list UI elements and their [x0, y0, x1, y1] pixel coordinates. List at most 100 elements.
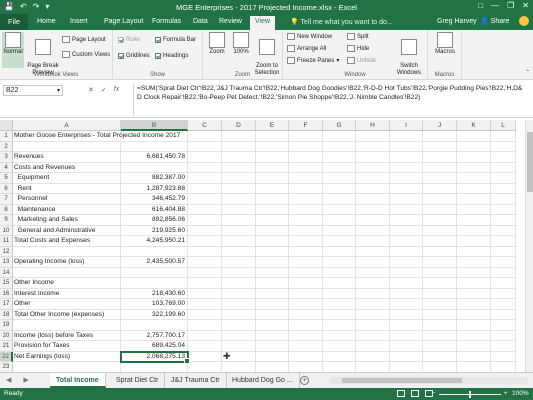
cell-value[interactable] [121, 246, 188, 257]
cell-empty[interactable] [457, 204, 491, 215]
cell-empty[interactable] [222, 236, 256, 247]
cell-empty[interactable] [323, 215, 356, 226]
cell-empty[interactable] [356, 288, 390, 299]
cell-empty[interactable] [356, 236, 390, 247]
cell-empty[interactable] [390, 246, 423, 257]
row-header[interactable]: 21 [0, 341, 13, 352]
cell-empty[interactable] [323, 225, 356, 236]
cell-label[interactable]: Interest Income [13, 288, 121, 299]
cell-value[interactable] [121, 131, 188, 142]
cell-empty[interactable] [457, 152, 491, 163]
arrange-all-button[interactable]: Arrange All [287, 45, 326, 52]
unhide-button[interactable]: Unhide [347, 57, 376, 64]
cell-empty[interactable] [423, 362, 457, 372]
cell-label[interactable]: Maintenance [13, 204, 121, 215]
enter-formula-icon[interactable]: ✓ [101, 86, 107, 94]
zoom-in-icon[interactable]: + [504, 388, 508, 400]
cell-empty[interactable] [256, 194, 289, 205]
cell-empty[interactable] [256, 152, 289, 163]
cell-empty[interactable] [423, 330, 457, 341]
cell-empty[interactable] [491, 173, 516, 184]
cell-empty[interactable] [356, 351, 390, 362]
cell-empty[interactable] [256, 362, 289, 372]
cell-empty[interactable] [323, 362, 356, 372]
cell-empty[interactable] [323, 162, 356, 173]
cell-empty[interactable] [491, 215, 516, 226]
cell-empty[interactable] [423, 288, 457, 299]
cell-empty[interactable] [222, 320, 256, 331]
row-header[interactable]: 10 [0, 225, 13, 236]
sheet-tab-sprat-diet-ctr[interactable]: Sprat Diet Ctr [110, 373, 166, 388]
cell-empty[interactable] [457, 267, 491, 278]
cell-empty[interactable] [222, 341, 256, 352]
cell-empty[interactable] [222, 288, 256, 299]
cell-empty[interactable] [390, 141, 423, 152]
cell-empty[interactable] [323, 246, 356, 257]
cell-empty[interactable] [256, 246, 289, 257]
cell-label[interactable] [13, 320, 121, 331]
cell-empty[interactable] [457, 278, 491, 289]
cell-empty[interactable] [356, 309, 390, 320]
cell-empty[interactable] [390, 299, 423, 310]
cell-value[interactable]: 322,199.60 [121, 309, 188, 320]
horizontal-scroll-thumb[interactable] [342, 378, 462, 383]
cell-empty[interactable] [457, 288, 491, 299]
cell-empty[interactable] [390, 309, 423, 320]
row-header[interactable]: 8 [0, 204, 13, 215]
cell-empty[interactable] [423, 194, 457, 205]
cell-empty[interactable] [188, 131, 222, 142]
cell-empty[interactable] [491, 351, 516, 362]
cell-empty[interactable] [188, 351, 222, 362]
zoom-slider[interactable]: − + [432, 388, 508, 400]
cell-empty[interactable] [188, 278, 222, 289]
cell-empty[interactable] [222, 152, 256, 163]
cell-empty[interactable] [188, 236, 222, 247]
cell-value[interactable]: 346,452.79 [121, 194, 188, 205]
row-header[interactable]: 18 [0, 309, 13, 320]
cell-empty[interactable] [188, 330, 222, 341]
normal-view-button[interactable]: Normal [2, 32, 24, 68]
cell-empty[interactable] [457, 131, 491, 142]
cell-empty[interactable] [491, 341, 516, 352]
switch-windows-button[interactable]: Switch Windows [393, 32, 425, 77]
cell-empty[interactable] [491, 194, 516, 205]
restore-icon[interactable]: ❐ [507, 1, 514, 10]
cell-empty[interactable] [289, 246, 323, 257]
cell-empty[interactable] [289, 183, 323, 194]
cell-empty[interactable] [457, 162, 491, 173]
cell-empty[interactable] [390, 362, 423, 372]
cell-value[interactable] [121, 267, 188, 278]
cell-value[interactable] [121, 362, 188, 372]
cell-label[interactable] [13, 141, 121, 152]
cell-empty[interactable] [323, 141, 356, 152]
tab-formulas[interactable]: Formulas [152, 18, 181, 25]
tab-review[interactable]: Review [219, 18, 242, 25]
cell-value[interactable]: 2,757,700.17 [121, 330, 188, 341]
formula-bar-checkbox[interactable]: Formula Bar [155, 37, 196, 43]
cell-label[interactable]: Net Earnings (loss) [13, 351, 121, 362]
cell-label[interactable]: Marketing and Sales [13, 215, 121, 226]
cell-empty[interactable] [390, 131, 423, 142]
cell-empty[interactable] [289, 257, 323, 268]
cell-empty[interactable] [457, 320, 491, 331]
cell-empty[interactable] [222, 309, 256, 320]
column-header-e[interactable]: E [256, 120, 289, 131]
cell-value[interactable]: 103,769.00 [121, 299, 188, 310]
row-header[interactable]: 13 [0, 257, 13, 268]
cell-empty[interactable] [323, 341, 356, 352]
cell-empty[interactable] [390, 288, 423, 299]
cell-empty[interactable] [491, 257, 516, 268]
cell-empty[interactable] [356, 362, 390, 372]
cell-empty[interactable] [356, 246, 390, 257]
cell-empty[interactable] [356, 152, 390, 163]
tab-data[interactable]: Data [193, 18, 208, 25]
cell-empty[interactable] [222, 204, 256, 215]
cell-empty[interactable] [356, 320, 390, 331]
column-header-d[interactable]: D [222, 120, 256, 131]
formula-input[interactable]: =SUM('Sprat Diet Ctr'!B22,'J&J Trauma Ct… [133, 84, 523, 116]
cell-empty[interactable] [423, 267, 457, 278]
cell-empty[interactable] [222, 194, 256, 205]
cell-empty[interactable] [491, 288, 516, 299]
cell-empty[interactable] [356, 173, 390, 184]
cell-empty[interactable] [188, 173, 222, 184]
